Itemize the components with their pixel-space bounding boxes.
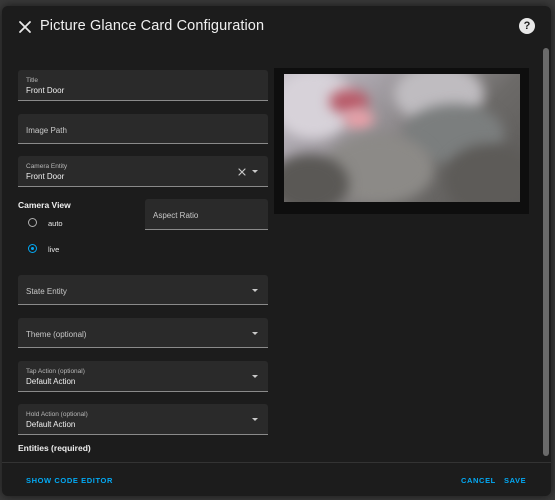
entities-label: Entities (required) [18,443,91,453]
chevron-down-icon[interactable] [252,418,258,421]
chevron-down-icon[interactable] [252,170,258,173]
tap-action-field[interactable]: Tap Action (optional) Default Action [18,361,268,392]
aspect-ratio-field[interactable]: Aspect Ratio [145,199,268,230]
save-button[interactable]: SAVE [504,476,526,485]
aspect-ratio-placeholder: Aspect Ratio [153,211,199,220]
dialog-footer: SHOW CODE EDITOR CANCEL SAVE [2,462,551,496]
close-icon[interactable] [16,18,34,36]
radio-live[interactable] [28,244,37,253]
theme-field[interactable]: Theme (optional) [18,318,268,348]
chevron-down-icon[interactable] [252,375,258,378]
radio-auto-label: auto [48,219,63,228]
clear-icon[interactable] [237,167,247,177]
hold-action-value: Default Action [26,420,76,429]
camera-image [284,74,520,202]
chevron-down-icon[interactable] [252,332,258,335]
camera-view-label: Camera View [18,200,71,210]
tap-action-value: Default Action [26,377,76,386]
card-config-dialog: Picture Glance Card Configuration ? Titl… [2,6,551,496]
dialog-title: Picture Glance Card Configuration [40,18,265,34]
hold-action-label: Hold Action (optional) [26,411,88,418]
show-code-editor-button[interactable]: SHOW CODE EDITOR [26,476,113,485]
camera-entity-label: Camera Entity [26,163,68,170]
state-entity-placeholder: State Entity [26,287,67,296]
chevron-down-icon[interactable] [252,289,258,292]
title-field-label: Title [26,77,39,84]
scrollbar[interactable] [543,48,549,462]
radio-live-label: live [48,245,60,254]
state-entity-field[interactable]: State Entity [18,275,268,305]
hold-action-field[interactable]: Hold Action (optional) Default Action [18,404,268,435]
cancel-button[interactable]: CANCEL [461,476,496,485]
title-field[interactable]: Title Front Door [18,70,268,101]
tap-action-label: Tap Action (optional) [26,368,85,375]
radio-auto[interactable] [28,218,37,227]
scrollbar-thumb[interactable] [543,48,549,456]
image-path-placeholder: Image Path [26,126,67,135]
dialog-content: Title Front Door Image Path Camera Entit… [2,48,551,462]
image-path-field[interactable]: Image Path [18,114,268,144]
dialog-header: Picture Glance Card Configuration ? [2,6,551,48]
theme-placeholder: Theme (optional) [26,330,87,339]
camera-preview [274,68,529,214]
help-icon[interactable]: ? [519,18,535,34]
camera-entity-value: Front Door [26,172,65,181]
title-field-value: Front Door [26,86,65,95]
camera-entity-field[interactable]: Camera Entity Front Door [18,156,268,187]
